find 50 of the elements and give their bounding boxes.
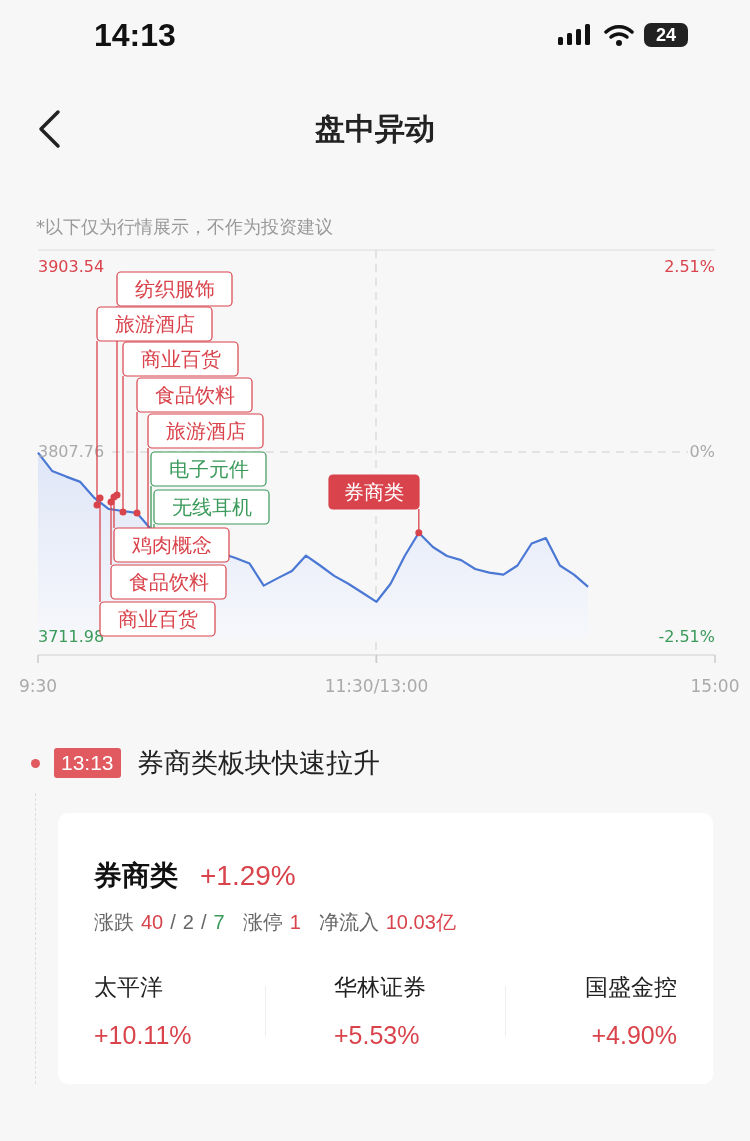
stat-value: 1: [289, 911, 301, 934]
callout-label: 商业百货: [117, 607, 198, 631]
sector-name: 券商类: [94, 858, 178, 894]
stat-value: /: [200, 911, 207, 934]
page-title: 盘中异动: [315, 109, 435, 148]
callout-label: 旅游酒店: [165, 419, 246, 443]
battery-icon: 24: [644, 23, 688, 47]
axis-label: 0%: [689, 441, 715, 461]
event-headline: 券商类板块快速拉升: [136, 746, 380, 780]
wifi-icon: [604, 24, 634, 46]
stat-value: 2: [182, 911, 194, 934]
stat-label: 净流入: [318, 909, 379, 936]
stat-label: 涨跌: [94, 909, 134, 936]
stock-change: +5.53%: [334, 1021, 421, 1050]
stat-value: 40: [141, 911, 164, 934]
axis-label: 3711.98: [38, 626, 105, 646]
callout-label: 鸡肉概念: [131, 533, 212, 557]
axis-label: -2.51%: [658, 626, 715, 646]
stat-value: /: [170, 911, 176, 934]
sector-change: +1.29%: [200, 860, 296, 892]
back-icon[interactable]: [36, 109, 62, 149]
callout-label: 旅游酒店: [114, 312, 195, 336]
status-time: 14:13: [94, 16, 176, 54]
time-badge: 13:13: [54, 748, 121, 778]
stat-value: 10.03亿: [385, 910, 456, 935]
axis-label: 11:30/13:00: [324, 676, 429, 696]
callout-label: 食品饮料: [128, 570, 209, 594]
axis-label: 2.51%: [664, 256, 715, 276]
stock-name: 国盛金控: [585, 973, 677, 1002]
disclaimer-text: *以下仅为行情展示，不作为投资建议: [35, 215, 334, 239]
axis-label: 15:00: [690, 676, 740, 696]
stock-change: +10.11%: [94, 1021, 193, 1050]
callout-label: 券商类: [344, 480, 404, 504]
marker-dot: [119, 508, 127, 516]
marker-dot: [415, 529, 423, 537]
timeline-dot: [31, 758, 40, 768]
axis-label: 9:30: [18, 676, 58, 696]
marker-dot: [133, 509, 141, 517]
stock-name: 太平洋: [94, 973, 164, 1002]
stat-label: 涨停: [242, 909, 283, 936]
stock-change: +4.90%: [591, 1021, 677, 1050]
axis-label: 3903.54: [38, 256, 105, 276]
callout-label: 商业百货: [140, 347, 221, 371]
callout-label: 无线耳机: [171, 495, 252, 519]
stat-value: 7: [213, 911, 225, 934]
sector-card[interactable]: 券商类 +1.29% 涨跌 40 / 2 / 7 涨停 1 净流入 10.03亿 太平洋 +10.11% 华林证券 +5.53% 国盛金控 +4.90%: [58, 813, 713, 1084]
callout-label: 食品饮料: [154, 383, 235, 407]
stock-name: 华林证券: [334, 973, 427, 1002]
callout-label: 电子元件: [168, 457, 249, 481]
callout-label: 纺织服饰: [134, 277, 215, 301]
